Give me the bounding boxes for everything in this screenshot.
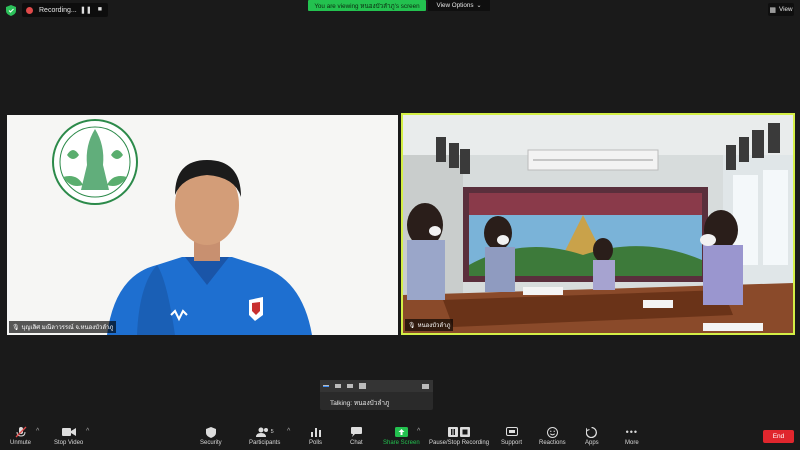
- participant-video-right[interactable]: 🎙 หนองบัวลำภู: [401, 113, 795, 335]
- share-options-caret-icon[interactable]: ^: [417, 428, 420, 435]
- pause-stop-recording-label: Pause/Stop Recording: [429, 440, 490, 446]
- view-options-label: View Options: [436, 2, 474, 9]
- chat-label: Chat: [350, 440, 363, 446]
- view-mode-bar: [320, 380, 433, 392]
- recording-label: Recording...: [39, 6, 77, 14]
- more-label: More: [625, 440, 639, 446]
- talking-indicator: Talking: หนองบัวลำภู: [330, 400, 390, 407]
- pause-stop-icon: [448, 426, 471, 438]
- ellipsis-icon: •••: [625, 427, 639, 437]
- shield-icon: [205, 426, 216, 438]
- reactions-label: Reactions: [539, 440, 566, 446]
- participant-name: บุญเลิศ มณีลาวรรณ์ จ.หนองบัวลำภู: [21, 325, 114, 331]
- recording-dot-icon: [26, 6, 33, 14]
- participants-caret-icon[interactable]: ^: [287, 428, 290, 435]
- shield-icon[interactable]: [6, 5, 16, 16]
- video-frame-right: [403, 115, 793, 333]
- participant-name-tag-left: 🎙 บุญเลิศ มณีลาวรรณ์ จ.หนองบัวลำภู: [9, 321, 117, 333]
- end-meeting-button[interactable]: End: [763, 430, 794, 443]
- microphone-muted-icon: 🎙: [12, 324, 20, 331]
- participant-name: หนองบัวลำภู: [417, 323, 451, 329]
- smiley-icon: [546, 426, 558, 438]
- apps-icon: [586, 426, 598, 438]
- polls-button[interactable]: Polls: [309, 426, 322, 446]
- grid-icon: ▦: [769, 6, 777, 14]
- view-label: View: [779, 6, 793, 13]
- audio-options-caret-icon[interactable]: ^: [36, 428, 39, 435]
- reactions-button[interactable]: Reactions: [539, 426, 566, 446]
- stop-recording-icon[interactable]: ■: [98, 6, 102, 14]
- participant-video-left[interactable]: 🎙 บุญเลิศ มณีลาวรรณ์ จ.หนองบัวลำภู: [7, 115, 398, 335]
- chevron-down-icon: ⌄: [476, 3, 482, 9]
- view-options-button[interactable]: View Options ⌄: [428, 0, 490, 11]
- share-screen-icon: [394, 426, 408, 438]
- polls-label: Polls: [309, 440, 323, 446]
- apps-label: Apps: [585, 440, 599, 446]
- speaker-view-panel: Talking: หนองบัวลำภู: [320, 380, 433, 410]
- video-camera-icon: [61, 426, 76, 438]
- meeting-toolbar: Unmute ^ Stop Video ^ Security 5 Partici…: [0, 420, 800, 450]
- stop-video-label: Stop Video: [54, 440, 84, 446]
- speaker-view-icon[interactable]: [335, 384, 341, 388]
- minimize-view-icon[interactable]: [323, 385, 329, 387]
- share-screen-label: Share Screen: [383, 440, 420, 446]
- support-icon: [505, 426, 518, 438]
- video-options-caret-icon[interactable]: ^: [86, 428, 89, 435]
- view-button[interactable]: ▦ View: [768, 3, 794, 16]
- recording-indicator[interactable]: Recording... ❚❚ ■: [22, 3, 108, 17]
- participants-count: 5: [270, 429, 274, 435]
- stop-video-button[interactable]: Stop Video: [54, 426, 83, 446]
- participants-button[interactable]: 5 Participants: [249, 426, 280, 446]
- chat-bubble-icon: [350, 426, 362, 438]
- participants-label: Participants: [249, 440, 281, 446]
- participants-icon: 5: [255, 426, 274, 438]
- support-label: Support: [501, 440, 523, 446]
- share-screen-button[interactable]: Share Screen: [383, 426, 420, 446]
- support-button[interactable]: Support: [501, 426, 522, 446]
- chat-button[interactable]: Chat: [350, 426, 363, 446]
- security-button[interactable]: Security: [200, 426, 222, 446]
- pause-stop-recording-button[interactable]: Pause/Stop Recording: [429, 426, 489, 446]
- unmute-button[interactable]: Unmute: [10, 426, 31, 446]
- apps-button[interactable]: Apps: [585, 426, 599, 446]
- pause-recording-icon[interactable]: ❚❚: [80, 6, 92, 14]
- top-bar: Recording... ❚❚ ■ You are viewing หนองบั…: [0, 0, 800, 22]
- security-label: Security: [200, 440, 222, 446]
- microphone-muted-icon: 🎙: [408, 322, 416, 329]
- poll-bars-icon: [310, 426, 321, 438]
- unmute-label: Unmute: [10, 440, 32, 446]
- viewing-screen-banner: You are viewing หนองบัวลำภู's screen: [308, 0, 426, 11]
- video-frame-left: [7, 115, 398, 335]
- provincial-seal-icon: [52, 119, 138, 205]
- gallery-view-icon[interactable]: [359, 383, 366, 389]
- more-button[interactable]: ••• More: [625, 426, 639, 446]
- expand-view-icon[interactable]: [422, 383, 429, 389]
- microphone-muted-icon: [15, 426, 27, 438]
- thumbnail-view-icon[interactable]: [347, 384, 353, 388]
- participant-name-tag-right: 🎙 หนองบัวลำภู: [405, 319, 454, 331]
